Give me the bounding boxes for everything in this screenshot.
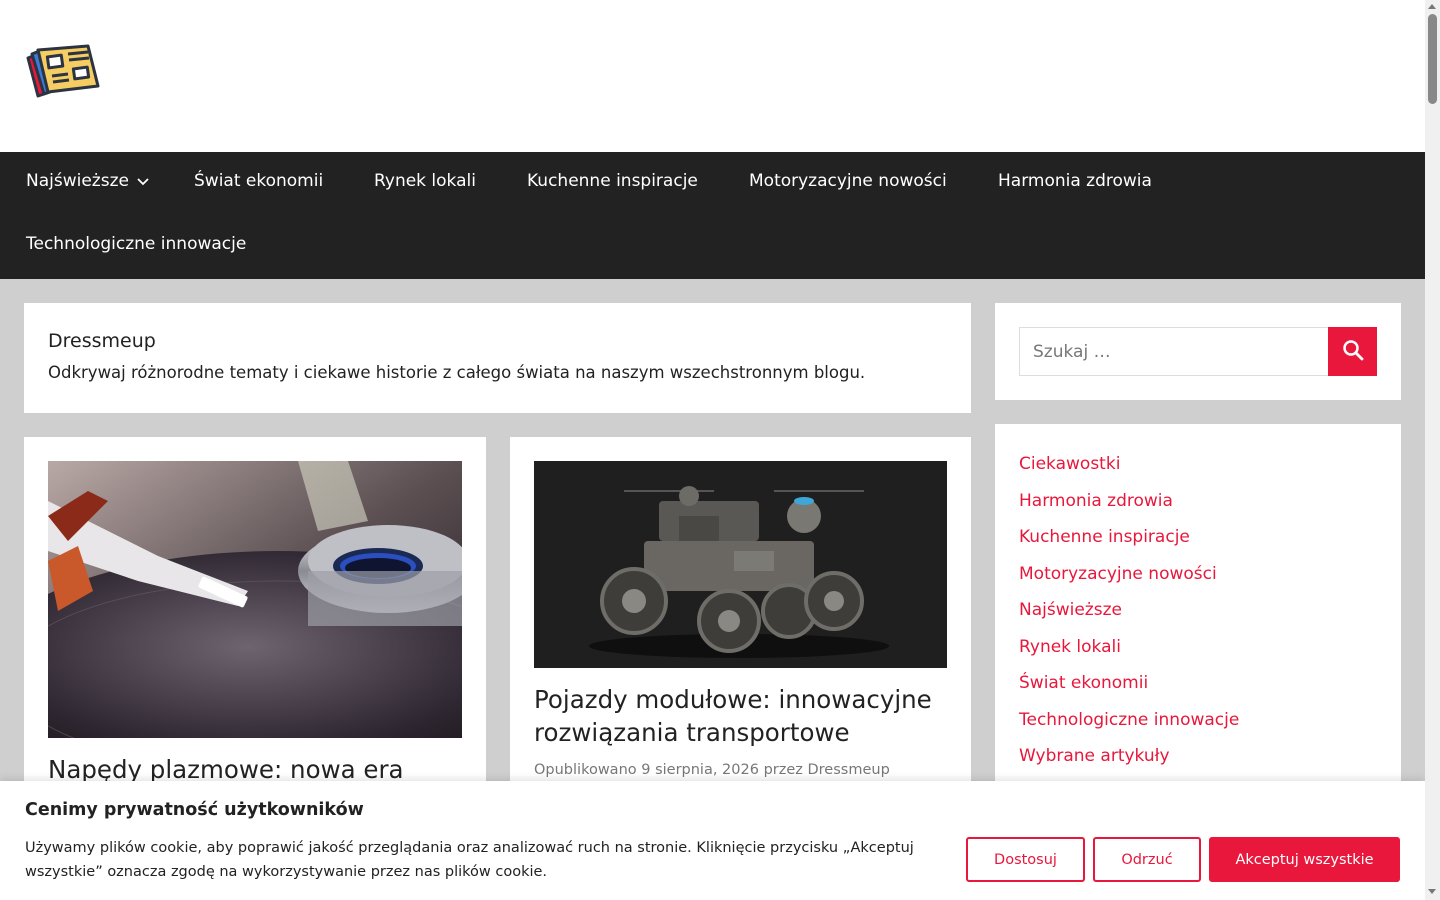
nav-item-kuchenne-inspiracje[interactable]: Kuchenne inspiracje	[527, 171, 698, 191]
accept-all-button[interactable]: Akceptuj wszystkie	[1209, 837, 1400, 882]
site-header	[0, 0, 1425, 152]
customize-button[interactable]: Dostosuj	[966, 837, 1085, 882]
chevron-down-icon	[137, 171, 149, 191]
nav-item-technologiczne-innowacje[interactable]: Technologiczne innowacje	[26, 234, 246, 254]
cookie-banner: Cenimy prywatność użytkowników Używamy p…	[0, 781, 1425, 900]
scroll-down-arrow-icon[interactable]	[1428, 889, 1436, 894]
post-thumbnail[interactable]	[534, 461, 947, 668]
nav-item-motoryzacyjne-nowosci[interactable]: Motoryzacyjne nowości	[749, 171, 947, 191]
site-intro: Dressmeup Odkrywaj różnorodne tematy i c…	[24, 303, 971, 413]
category-link[interactable]: Kuchenne inspiracje	[1019, 527, 1190, 547]
post-title[interactable]: Pojazdy modułowe: innowacyjne rozwiązani…	[534, 683, 947, 749]
nav-item-rynek-lokali[interactable]: Rynek lokali	[374, 171, 476, 191]
site-description: Odkrywaj różnorodne tematy i ciekawe his…	[48, 363, 866, 382]
search-input[interactable]	[1019, 327, 1329, 376]
category-link[interactable]: Wybrane artykuły	[1019, 746, 1170, 766]
post-meta: Opublikowano 9 sierpnia, 2026 przez Dres…	[534, 762, 890, 778]
category-link[interactable]: Rynek lokali	[1019, 637, 1121, 657]
cookie-title: Cenimy prywatność użytkowników	[25, 800, 364, 820]
main-navigation: Najświeższe Świat ekonomii Rynek lokali …	[0, 152, 1425, 279]
category-link[interactable]: Ciekawostki	[1019, 454, 1120, 474]
nav-item-najswiezsze[interactable]: Najświeższe	[26, 171, 149, 191]
nav-item-swiat-ekonomii[interactable]: Świat ekonomii	[194, 171, 323, 191]
category-link[interactable]: Harmonia zdrowia	[1019, 491, 1173, 511]
category-link[interactable]: Najświeższe	[1019, 600, 1122, 620]
scrollbar-thumb[interactable]	[1428, 14, 1437, 104]
nav-item-label: Najświeższe	[26, 171, 129, 191]
search-icon	[1342, 339, 1364, 364]
cookie-text: Używamy plików cookie, aby poprawić jako…	[25, 840, 914, 880]
newspaper-logo-icon[interactable]	[22, 42, 102, 102]
reject-button[interactable]: Odrzuć	[1093, 837, 1201, 882]
search-widget	[995, 303, 1401, 400]
category-link[interactable]: Motoryzacyjne nowości	[1019, 564, 1217, 584]
category-link[interactable]: Technologiczne innowacje	[1019, 710, 1239, 730]
category-link[interactable]: Świat ekonomii	[1019, 673, 1148, 693]
page-scrollbar[interactable]	[1425, 0, 1440, 900]
scroll-up-arrow-icon[interactable]	[1428, 4, 1436, 9]
search-button[interactable]	[1328, 327, 1377, 376]
site-title: Dressmeup	[48, 330, 156, 352]
post-thumbnail[interactable]	[48, 461, 462, 738]
nav-item-harmonia-zdrowia[interactable]: Harmonia zdrowia	[998, 171, 1152, 191]
